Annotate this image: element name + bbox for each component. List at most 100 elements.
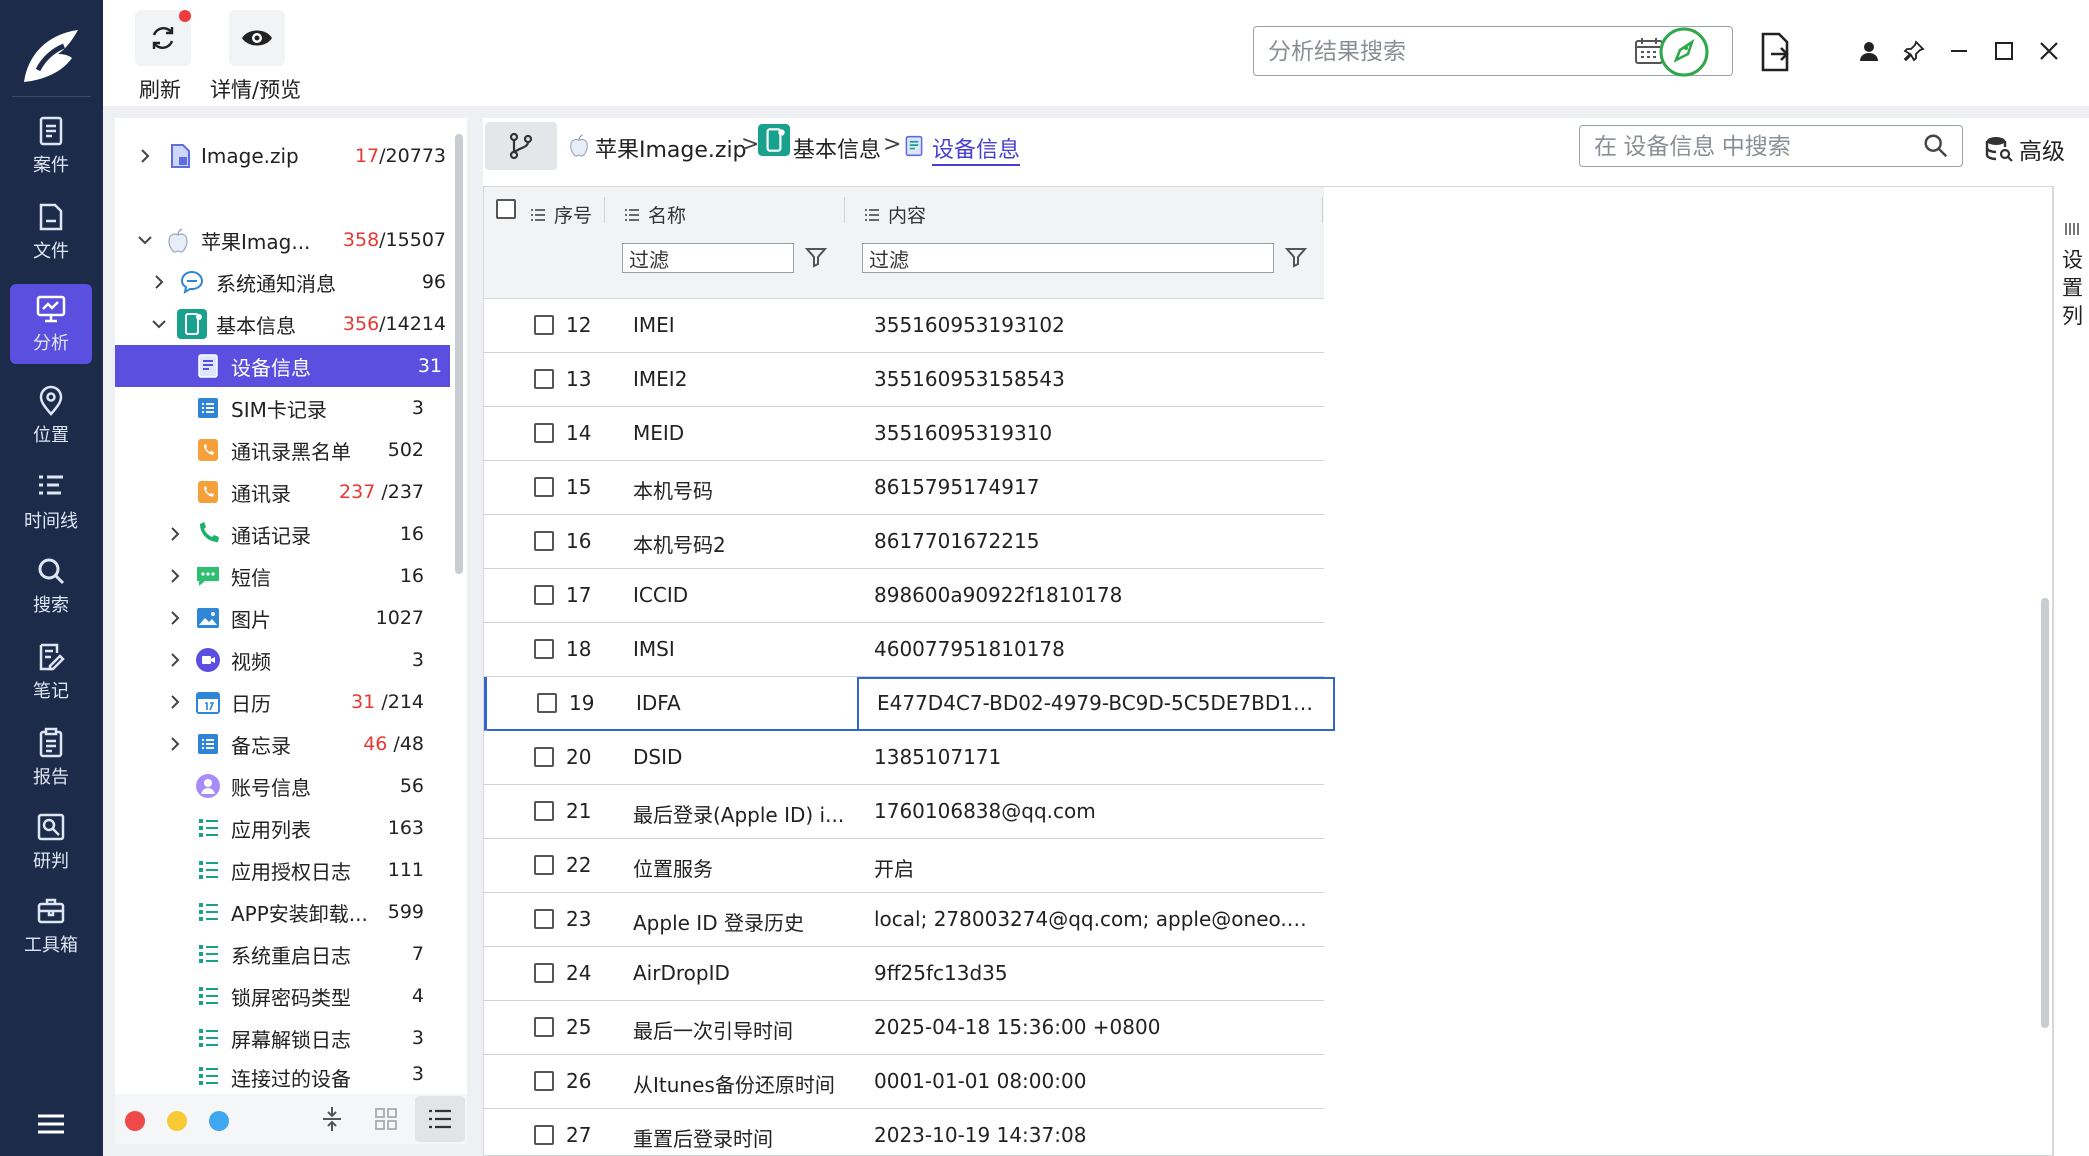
grid-scrollbar[interactable] [2041,598,2049,1028]
tree-node-unlock-log[interactable]: 屏幕解锁日志 3 [115,1017,450,1059]
table-row[interactable]: 23 Apple ID 登录历史 local; 278003274@qq.com; … [484,893,1324,947]
row-checkbox[interactable] [534,855,554,875]
row-value[interactable]: 1760106838@qq.com [874,799,1314,823]
table-row[interactable]: 12 IMEI 355160953193102 [484,299,1324,353]
table-row[interactable]: 19 IDFA E477D4C7-BD02-4979-BC9D-5C5DE7BD1F… [484,677,1335,731]
row-name[interactable]: 重置后登录时间 [633,1123,853,1152]
grid-view-icon[interactable] [375,1108,397,1130]
table-row[interactable]: 21 最后登录(Apple ID) i... 1760106838@qq.com [484,785,1324,839]
nav-item-location[interactable]: 位置 [10,376,92,456]
value-filter-input[interactable]: 过滤 [862,243,1274,273]
hamburger-menu-icon[interactable] [36,1112,66,1136]
tree-node-calendar[interactable]: 日历 31 /214 [115,681,450,723]
tree-node-sim-records[interactable]: SIM卡记录 3 [115,387,450,429]
tree-node-memos[interactable]: 备忘录 46 /48 [115,723,450,765]
column-divider[interactable] [1322,197,1323,223]
table-row[interactable]: 16 本机号码2 8617701672215 [484,515,1324,569]
tree-node-connected-devices[interactable]: 连接过的设备 3 [115,1059,450,1093]
row-name[interactable]: IMEI [633,313,853,337]
tree-node-lock-password-type[interactable]: 锁屏密码类型 4 [115,975,450,1017]
row-value[interactable]: 8617701672215 [874,529,1314,553]
row-value[interactable]: 2023-10-19 14:37:08 [874,1123,1314,1147]
pin-icon[interactable] [1899,36,1929,66]
export-icon[interactable] [1759,32,1791,72]
row-value[interactable]: 2025-04-18 15:36:00 +0800 [874,1015,1314,1039]
column-divider[interactable] [844,197,845,223]
breadcrumb-root[interactable]: 苹果Image.zip [595,132,747,164]
tree-node-sms[interactable]: 短信 16 [115,555,450,597]
red-tag-filter[interactable] [125,1111,145,1131]
search-icon[interactable] [1922,132,1950,160]
row-name[interactable]: 位置服务 [633,853,853,882]
row-name[interactable]: IMSI [633,637,853,661]
branch-toggle-button[interactable] [485,122,557,170]
filter-funnel-icon[interactable] [1284,245,1308,269]
list-view-button[interactable] [415,1096,465,1142]
nav-item-report[interactable]: 报告 [10,718,92,798]
row-name[interactable]: AirDropID [633,961,853,985]
table-row[interactable]: 27 重置后登录时间 2023-10-19 14:37:08 [484,1109,1324,1155]
yellow-tag-filter[interactable] [167,1111,187,1131]
row-value[interactable]: 0001-01-01 08:00:00 [874,1069,1314,1093]
local-search-input[interactable] [1594,132,1914,160]
tree-node-accounts[interactable]: 账号信息 56 [115,765,450,807]
row-name[interactable]: 本机号码 [633,475,853,504]
table-row[interactable]: 15 本机号码 8615795174917 [484,461,1324,515]
row-checkbox[interactable] [534,801,554,821]
tree-node-app-permission-log[interactable]: 应用授权日志 111 [115,849,450,891]
table-row[interactable]: 24 AirDropID 9ff25fc13d35 [484,947,1324,1001]
row-name[interactable]: 最后登录(Apple ID) i... [633,799,853,828]
filter-funnel-icon[interactable] [804,245,828,269]
rocket-status-icon[interactable] [1658,26,1710,78]
row-name[interactable]: 本机号码2 [633,529,853,558]
row-value[interactable]: 9ff25fc13d35 [874,961,1314,985]
row-name[interactable]: 从Itunes备份还原时间 [633,1069,853,1098]
row-value[interactable]: 460077951810178 [874,637,1314,661]
tree-node-app-install-log[interactable]: APP安装卸载... 599 [115,891,450,933]
nav-item-timeline[interactable]: 时间线 [10,462,92,542]
tree-node-apple-image[interactable]: 苹果Imag... 358/15507 [115,219,450,261]
close-icon[interactable] [2034,36,2064,66]
row-value[interactable]: 开启 [874,853,1314,882]
row-value[interactable]: 898600a90922f1810178 [874,583,1314,607]
column-settings-strip[interactable]: 设置列 [2053,186,2089,1156]
tree-node-call-logs[interactable]: 通话记录 16 [115,513,450,555]
nav-item-note[interactable]: 笔记 [10,632,92,712]
table-row[interactable]: 22 位置服务 开启 [484,839,1324,893]
tree-node-videos[interactable]: 视频 3 [115,639,450,681]
name-filter-input[interactable]: 过滤 [622,243,794,273]
table-row[interactable]: 20 DSID 1385107171 [484,731,1324,785]
breadcrumb-middle[interactable]: 基本信息 [793,132,881,164]
row-checkbox[interactable] [537,693,557,713]
row-checkbox[interactable] [534,585,554,605]
row-value[interactable]: 35516095319310 [874,421,1314,445]
row-checkbox[interactable] [534,477,554,497]
tree-node-reboot-log[interactable]: 系统重启日志 7 [115,933,450,975]
row-checkbox[interactable] [534,315,554,335]
nav-item-file[interactable]: 文件 [10,192,92,272]
row-value[interactable]: 8615795174917 [874,475,1314,499]
nav-item-toolbox[interactable]: 工具箱 [10,886,92,966]
table-row[interactable]: 17 ICCID 898600a90922f1810178 [484,569,1324,623]
table-row[interactable]: 18 IMSI 460077951810178 [484,623,1324,677]
tree-node-image-zip[interactable]: Image.zip 17/20773 [115,135,450,177]
column-header-name[interactable]: 名称 [624,201,686,228]
tree-scrollbar[interactable] [455,134,463,574]
tree-node-device-info[interactable]: 设备信息 31 [115,345,450,387]
tree-node-images[interactable]: 图片 1027 [115,597,450,639]
row-checkbox[interactable] [534,531,554,551]
tree-node-basic-info[interactable]: 基本信息 356/14214 [115,303,450,345]
nav-item-search[interactable]: 搜索 [10,546,92,626]
row-value[interactable]: local; 278003274@qq.com; apple@oneo.me; … [874,907,1314,931]
table-row[interactable]: 14 MEID 35516095319310 [484,407,1324,461]
row-value[interactable]: 355160953158543 [874,367,1314,391]
nav-item-analysis[interactable]: 分析 [10,284,92,364]
tree-node-system-notifications[interactable]: 系统通知消息 96 [115,261,450,303]
advanced-search-button[interactable]: 高级 [1985,132,2065,166]
row-checkbox[interactable] [534,909,554,929]
table-row[interactable]: 26 从Itunes备份还原时间 0001-01-01 08:00:00 [484,1055,1324,1109]
maximize-icon[interactable] [1989,36,2019,66]
select-all-checkbox[interactable] [496,199,516,219]
row-name[interactable]: IMEI2 [633,367,853,391]
row-value[interactable]: 1385107171 [874,745,1314,769]
